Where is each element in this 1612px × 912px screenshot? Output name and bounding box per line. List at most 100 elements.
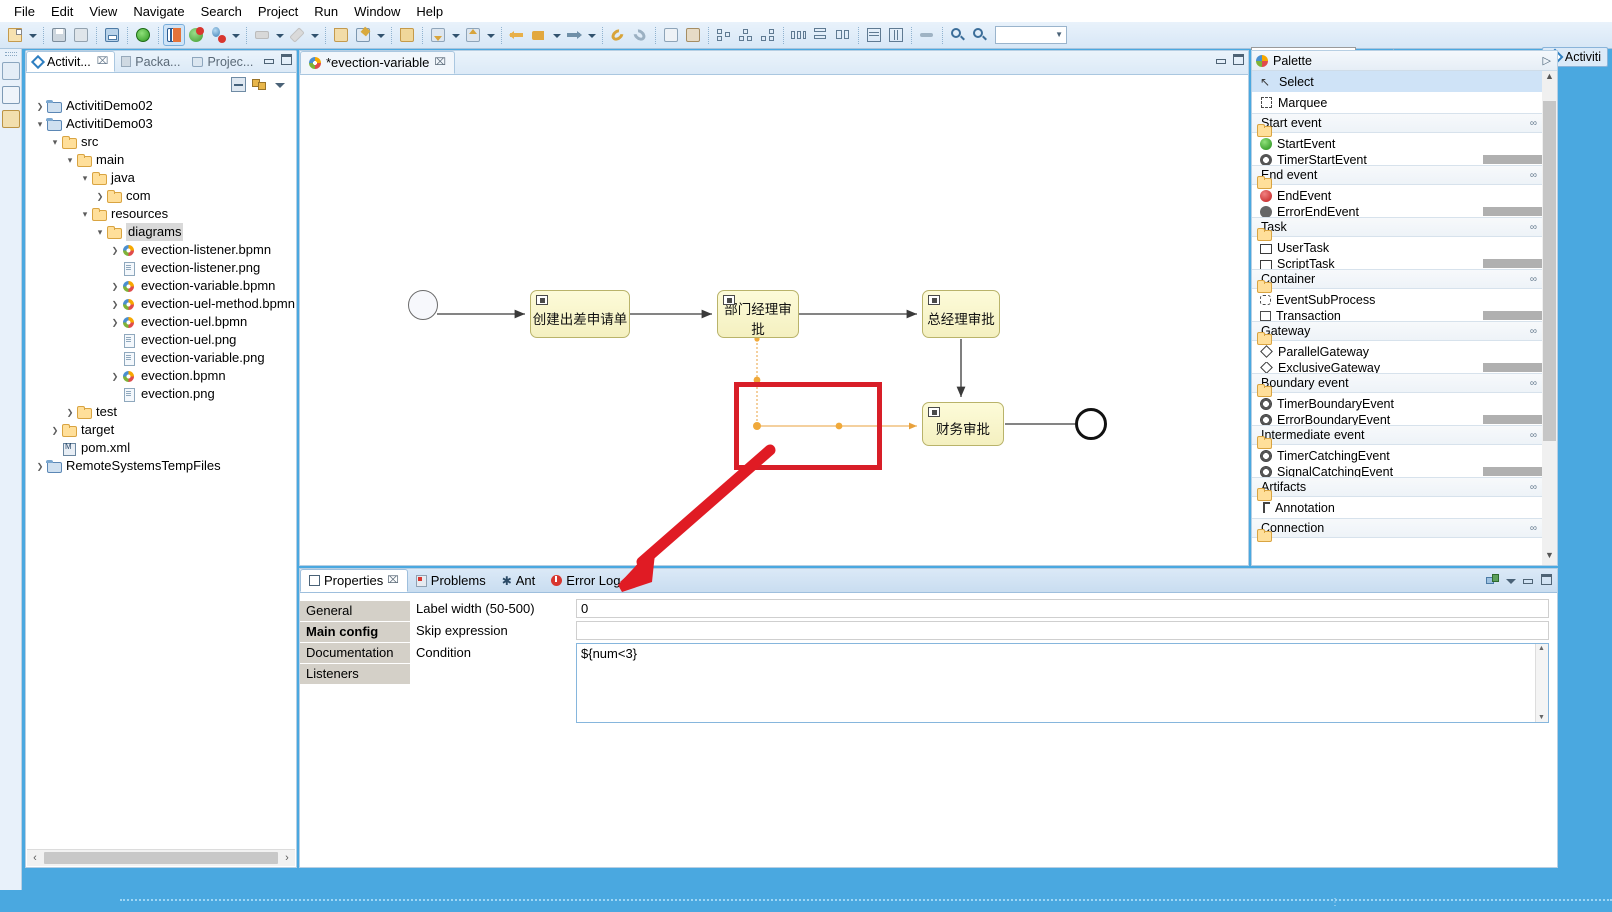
chevron-right-icon[interactable]: ❯: [109, 246, 121, 255]
open-type-icon[interactable]: [331, 25, 351, 45]
menu-item-project[interactable]: Project: [250, 2, 306, 21]
restore-icon[interactable]: [1486, 574, 1499, 585]
run-icon[interactable]: [208, 25, 228, 45]
new-icon[interactable]: [5, 25, 25, 45]
forward-dropdown-icon[interactable]: [585, 25, 596, 45]
chevron-down-icon[interactable]: ▾: [64, 155, 76, 166]
copy-icon[interactable]: [661, 25, 681, 45]
palette-item-parallelgateway[interactable]: ParallelGateway: [1252, 341, 1557, 362]
palette-item-eventsubprocess[interactable]: EventSubProcess: [1252, 289, 1557, 310]
maximize-properties-button[interactable]: [1541, 574, 1552, 585]
align-rows-icon[interactable]: [864, 25, 884, 45]
task-finance-approval[interactable]: 财务审批: [922, 402, 1004, 446]
palette-body[interactable]: ↖ Select Marquee Start event ∞ StartEvent Time…: [1252, 71, 1557, 565]
save-all-icon[interactable]: [71, 25, 91, 45]
editor-tab-evection-variable[interactable]: *evection-variable ⌧: [300, 51, 455, 74]
chevron-right-icon[interactable]: ❯: [109, 282, 121, 291]
minimize-properties-button[interactable]: [1523, 574, 1534, 585]
paste-icon[interactable]: [683, 25, 703, 45]
deploy-icon[interactable]: [133, 25, 153, 45]
view-menu-icon[interactable]: [273, 77, 288, 92]
menu-item-help[interactable]: Help: [408, 2, 451, 21]
palette-item-partial[interactable]: ErrorBoundaryEvent: [1252, 414, 1557, 425]
tree-item[interactable]: ▾ main: [34, 151, 296, 169]
close-icon[interactable]: ⌧: [434, 57, 446, 68]
book-icon[interactable]: [163, 24, 185, 46]
tree-item[interactable]: evection-listener.png: [34, 259, 296, 277]
distribute-vertical-icon[interactable]: [811, 25, 831, 45]
tree-item[interactable]: ❯ com: [34, 187, 296, 205]
link-icon[interactable]: [917, 25, 937, 45]
menu-item-search[interactable]: Search: [193, 2, 250, 21]
tree-item[interactable]: ▾ java: [34, 169, 296, 187]
distribute-horizontal-icon[interactable]: [789, 25, 809, 45]
pin-icon[interactable]: ∞: [1530, 274, 1537, 285]
maximize-editor-button[interactable]: [1233, 54, 1244, 65]
side-tab-documentation[interactable]: Documentation: [300, 643, 410, 663]
minimize-editor-button[interactable]: [1216, 54, 1227, 65]
chevron-right-icon[interactable]: ❯: [49, 426, 61, 435]
close-icon[interactable]: ⌧: [97, 56, 109, 67]
minimize-view-button[interactable]: [264, 54, 275, 65]
palette-section-container[interactable]: Container ∞: [1252, 269, 1557, 293]
zoom-out-icon[interactable]: [948, 25, 968, 45]
tree-item[interactable]: ▾ src: [34, 133, 296, 151]
project-tree[interactable]: ❯ ActivitiDemo02 ▾ ActivitiDemo03 ▾ src ▾ main ▾…: [26, 95, 296, 855]
tab-error-log[interactable]: Error Log: [543, 569, 628, 592]
run-dropdown-icon[interactable]: [229, 25, 240, 45]
palette-item-partial[interactable]: ErrorEndEvent: [1252, 206, 1557, 217]
palette-section-end-event[interactable]: End event ∞: [1252, 165, 1557, 189]
menu-item-window[interactable]: Window: [346, 2, 408, 21]
palette-collapse-icon[interactable]: ▷: [1543, 54, 1551, 67]
tab-ant[interactable]: ✱ Ant: [494, 569, 544, 592]
scrollbar-thumb[interactable]: [44, 852, 278, 864]
tree-item[interactable]: ❯ evection.bpmn: [34, 367, 296, 385]
label-width-input[interactable]: 0: [576, 599, 1549, 618]
side-tab-general[interactable]: General: [300, 601, 410, 621]
pin-icon[interactable]: ∞: [1530, 326, 1537, 337]
palette-item-marquee[interactable]: Marquee: [1252, 92, 1557, 113]
new-java-dropdown-icon[interactable]: [374, 25, 385, 45]
chevron-right-icon[interactable]: ❯: [34, 102, 46, 111]
forward-icon[interactable]: [564, 25, 584, 45]
maximize-view-button[interactable]: [281, 54, 292, 65]
bpmn-canvas[interactable]: 创建出差申请单 部门经理审批 总经理审批 财务审批: [300, 75, 1248, 565]
match-size-icon[interactable]: [833, 25, 853, 45]
tree-item[interactable]: ▾ ActivitiDemo03: [34, 115, 296, 133]
palette-item-partial[interactable]: ScriptTask: [1252, 258, 1557, 269]
palette-scrollbar-thumb[interactable]: [1543, 101, 1556, 441]
debug-icon[interactable]: [186, 25, 206, 45]
zoom-level-combo[interactable]: ▼: [995, 26, 1067, 44]
save-icon[interactable]: [49, 25, 69, 45]
palette-item-select[interactable]: ↖ Select: [1252, 71, 1557, 92]
task-dept-manager-approval[interactable]: 部门经理审批: [717, 290, 799, 338]
chevron-down-icon[interactable]: ▾: [79, 209, 91, 220]
tree-item[interactable]: ❯ test: [34, 403, 296, 421]
palette-item-partial[interactable]: TimerStartEvent: [1252, 154, 1557, 165]
tree-item[interactable]: ❯ evection-uel.bpmn: [34, 313, 296, 331]
pin-icon[interactable]: ∞: [1530, 378, 1537, 389]
tree-item[interactable]: pom.xml: [34, 439, 296, 457]
menu-item-edit[interactable]: Edit: [43, 2, 81, 21]
palette-scrollbar[interactable]: ▲ ▼: [1542, 71, 1557, 565]
zoom-in-icon[interactable]: [970, 25, 990, 45]
palette-item-partial[interactable]: SignalCatchingEvent: [1252, 466, 1557, 477]
chevron-right-icon[interactable]: ❯: [109, 372, 121, 381]
palette-item-timercatchingevent[interactable]: TimerCatchingEvent: [1252, 445, 1557, 466]
tab-problems[interactable]: Problems: [408, 569, 494, 592]
menu-item-run[interactable]: Run: [306, 2, 346, 21]
tab-properties[interactable]: Properties ⌧: [300, 569, 408, 592]
resize-grip[interactable]: ⋮: [1330, 897, 1342, 908]
menu-item-view[interactable]: View: [81, 2, 125, 21]
palette-item-usertask[interactable]: UserTask: [1252, 237, 1557, 258]
collapse-all-icon[interactable]: [231, 76, 246, 92]
side-tab-main-config[interactable]: Main config: [300, 622, 410, 642]
tree-item[interactable]: ❯ evection-listener.bpmn: [34, 241, 296, 259]
chevron-right-icon[interactable]: ❯: [34, 462, 46, 471]
palette-item-annotation[interactable]: Annotation: [1252, 497, 1557, 518]
chevron-down-icon[interactable]: ▾: [79, 173, 91, 184]
project-explorer-fastview-icon[interactable]: [1, 110, 20, 128]
fast-view-grip[interactable]: [4, 52, 17, 56]
close-icon[interactable]: ⌧: [387, 575, 399, 586]
palette-item-timerboundaryevent[interactable]: TimerBoundaryEvent: [1252, 393, 1557, 414]
